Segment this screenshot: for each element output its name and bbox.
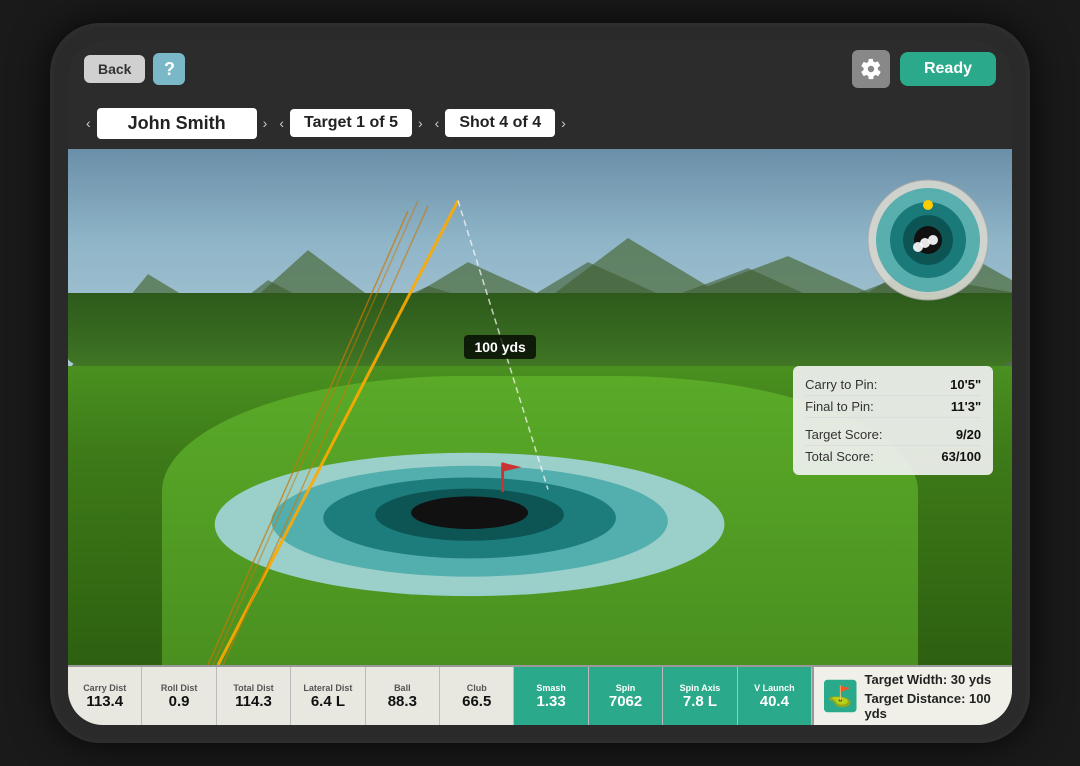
data-cell-label-8: Spin Axis	[680, 683, 721, 693]
tablet-screen: Back ? Ready ‹ John Smith ›	[68, 41, 1012, 725]
final-to-pin-row: Final to Pin: 11'3"	[805, 396, 981, 418]
target-next-arrow[interactable]: ›	[416, 115, 425, 131]
data-cell-label-6: Smash	[536, 683, 566, 693]
final-to-pin-value: 11'3"	[951, 399, 981, 414]
shot-selector: ‹ Shot 4 of 4 ›	[433, 109, 568, 137]
selector-bar: ‹ John Smith › ‹ Target 1 of 5 › ‹ Shot …	[68, 97, 1012, 149]
data-cell-3: Lateral Dist 6.4 L	[291, 667, 365, 725]
shot-prev-arrow[interactable]: ‹	[433, 115, 442, 131]
ready-button[interactable]: Ready	[900, 52, 996, 86]
target-label: Target 1 of 5	[290, 109, 412, 137]
data-cell-label-0: Carry Dist	[83, 683, 126, 693]
target-prev-arrow[interactable]: ‹	[277, 115, 286, 131]
data-cell-label-3: Lateral Dist	[303, 683, 352, 693]
data-cell-7: Spin 7062	[589, 667, 663, 725]
shot-label: Shot 4 of 4	[445, 109, 555, 137]
data-cell-value-3: 6.4 L	[311, 693, 345, 710]
header-left: Back ?	[84, 53, 185, 85]
player-name-label: John Smith	[97, 108, 257, 139]
target-score-label: Target Score:	[805, 427, 882, 442]
data-cell-0: Carry Dist 113.4	[68, 667, 142, 725]
player-next-arrow[interactable]: ›	[261, 115, 270, 131]
data-cell-5: Club 66.5	[440, 667, 514, 725]
data-cell-6: Smash 1.33	[514, 667, 588, 725]
data-cell-value-1: 0.9	[169, 693, 190, 710]
carry-to-pin-row: Carry to Pin: 10'5"	[805, 374, 981, 396]
data-cell-value-5: 66.5	[462, 693, 491, 710]
tablet-frame: Back ? Ready ‹ John Smith ›	[50, 23, 1030, 743]
carry-to-pin-value: 10'5"	[950, 377, 981, 392]
data-cell-value-0: 113.4	[86, 693, 123, 710]
data-cell-8: Spin Axis 7.8 L	[663, 667, 737, 725]
data-cell-label-7: Spin	[616, 683, 636, 693]
distance-label: 100 yds	[464, 335, 535, 359]
data-cell-value-2: 114.3	[235, 693, 272, 710]
mini-target	[863, 175, 993, 305]
final-to-pin-label: Final to Pin:	[805, 399, 874, 414]
shot-next-arrow[interactable]: ›	[559, 115, 568, 131]
data-cell-4: Ball 88.3	[366, 667, 440, 725]
target-info: ⛳ Target Width: 30 yds Target Distance: …	[812, 667, 1012, 725]
target-info-row: ⛳ Target Width: 30 yds Target Distance: …	[824, 670, 1002, 723]
target-distance-row: Target Distance: 100 yds	[865, 689, 1002, 723]
total-score-row: Total Score: 63/100	[805, 446, 981, 467]
data-cell-value-8: 7.8 L	[683, 693, 717, 710]
data-cell-label-2: Total Dist	[233, 683, 273, 693]
target-area	[210, 355, 729, 603]
data-cell-1: Roll Dist 0.9	[142, 667, 216, 725]
data-cell-value-6: 1.33	[537, 693, 566, 710]
data-cell-value-7: 7062	[609, 693, 642, 710]
player-prev-arrow[interactable]: ‹	[84, 115, 93, 131]
svg-text:⛳: ⛳	[828, 684, 853, 708]
data-cell-9: V Launch 40.4	[738, 667, 812, 725]
data-cells: Carry Dist 113.4 Roll Dist 0.9 Total Dis…	[68, 667, 812, 725]
data-cell-label-4: Ball	[394, 683, 411, 693]
data-cell-label-5: Club	[467, 683, 487, 693]
help-button[interactable]: ?	[153, 53, 185, 85]
target-score-value: 9/20	[956, 427, 981, 442]
target-info-text: Target Width: 30 yds Target Distance: 10…	[865, 670, 1002, 723]
player-selector: ‹ John Smith ›	[84, 108, 269, 139]
total-score-label: Total Score:	[805, 449, 874, 464]
stats-panel: Carry to Pin: 10'5" Final to Pin: 11'3" …	[793, 366, 993, 475]
data-cell-value-4: 88.3	[388, 693, 417, 710]
target-width-row: Target Width: 30 yds	[865, 670, 1002, 689]
data-cell-label-1: Roll Dist	[161, 683, 198, 693]
target-selector: ‹ Target 1 of 5 ›	[277, 109, 424, 137]
data-cell-2: Total Dist 114.3	[217, 667, 291, 725]
data-cell-label-9: V Launch	[754, 683, 795, 693]
main-viewport: 100 yds	[68, 149, 1012, 665]
carry-to-pin-label: Carry to Pin:	[805, 377, 877, 392]
target-score-row: Target Score: 9/20	[805, 424, 981, 446]
data-cell-value-9: 40.4	[760, 693, 789, 710]
golf-club-icon: ⛳	[824, 678, 857, 714]
total-score-value: 63/100	[941, 449, 981, 464]
header-bar: Back ? Ready	[68, 41, 1012, 97]
settings-button[interactable]	[852, 50, 890, 88]
back-button[interactable]: Back	[84, 55, 145, 83]
header-right: Ready	[852, 50, 996, 88]
data-bar: Carry Dist 113.4 Roll Dist 0.9 Total Dis…	[68, 665, 1012, 725]
screen: Back ? Ready ‹ John Smith ›	[68, 41, 1012, 725]
